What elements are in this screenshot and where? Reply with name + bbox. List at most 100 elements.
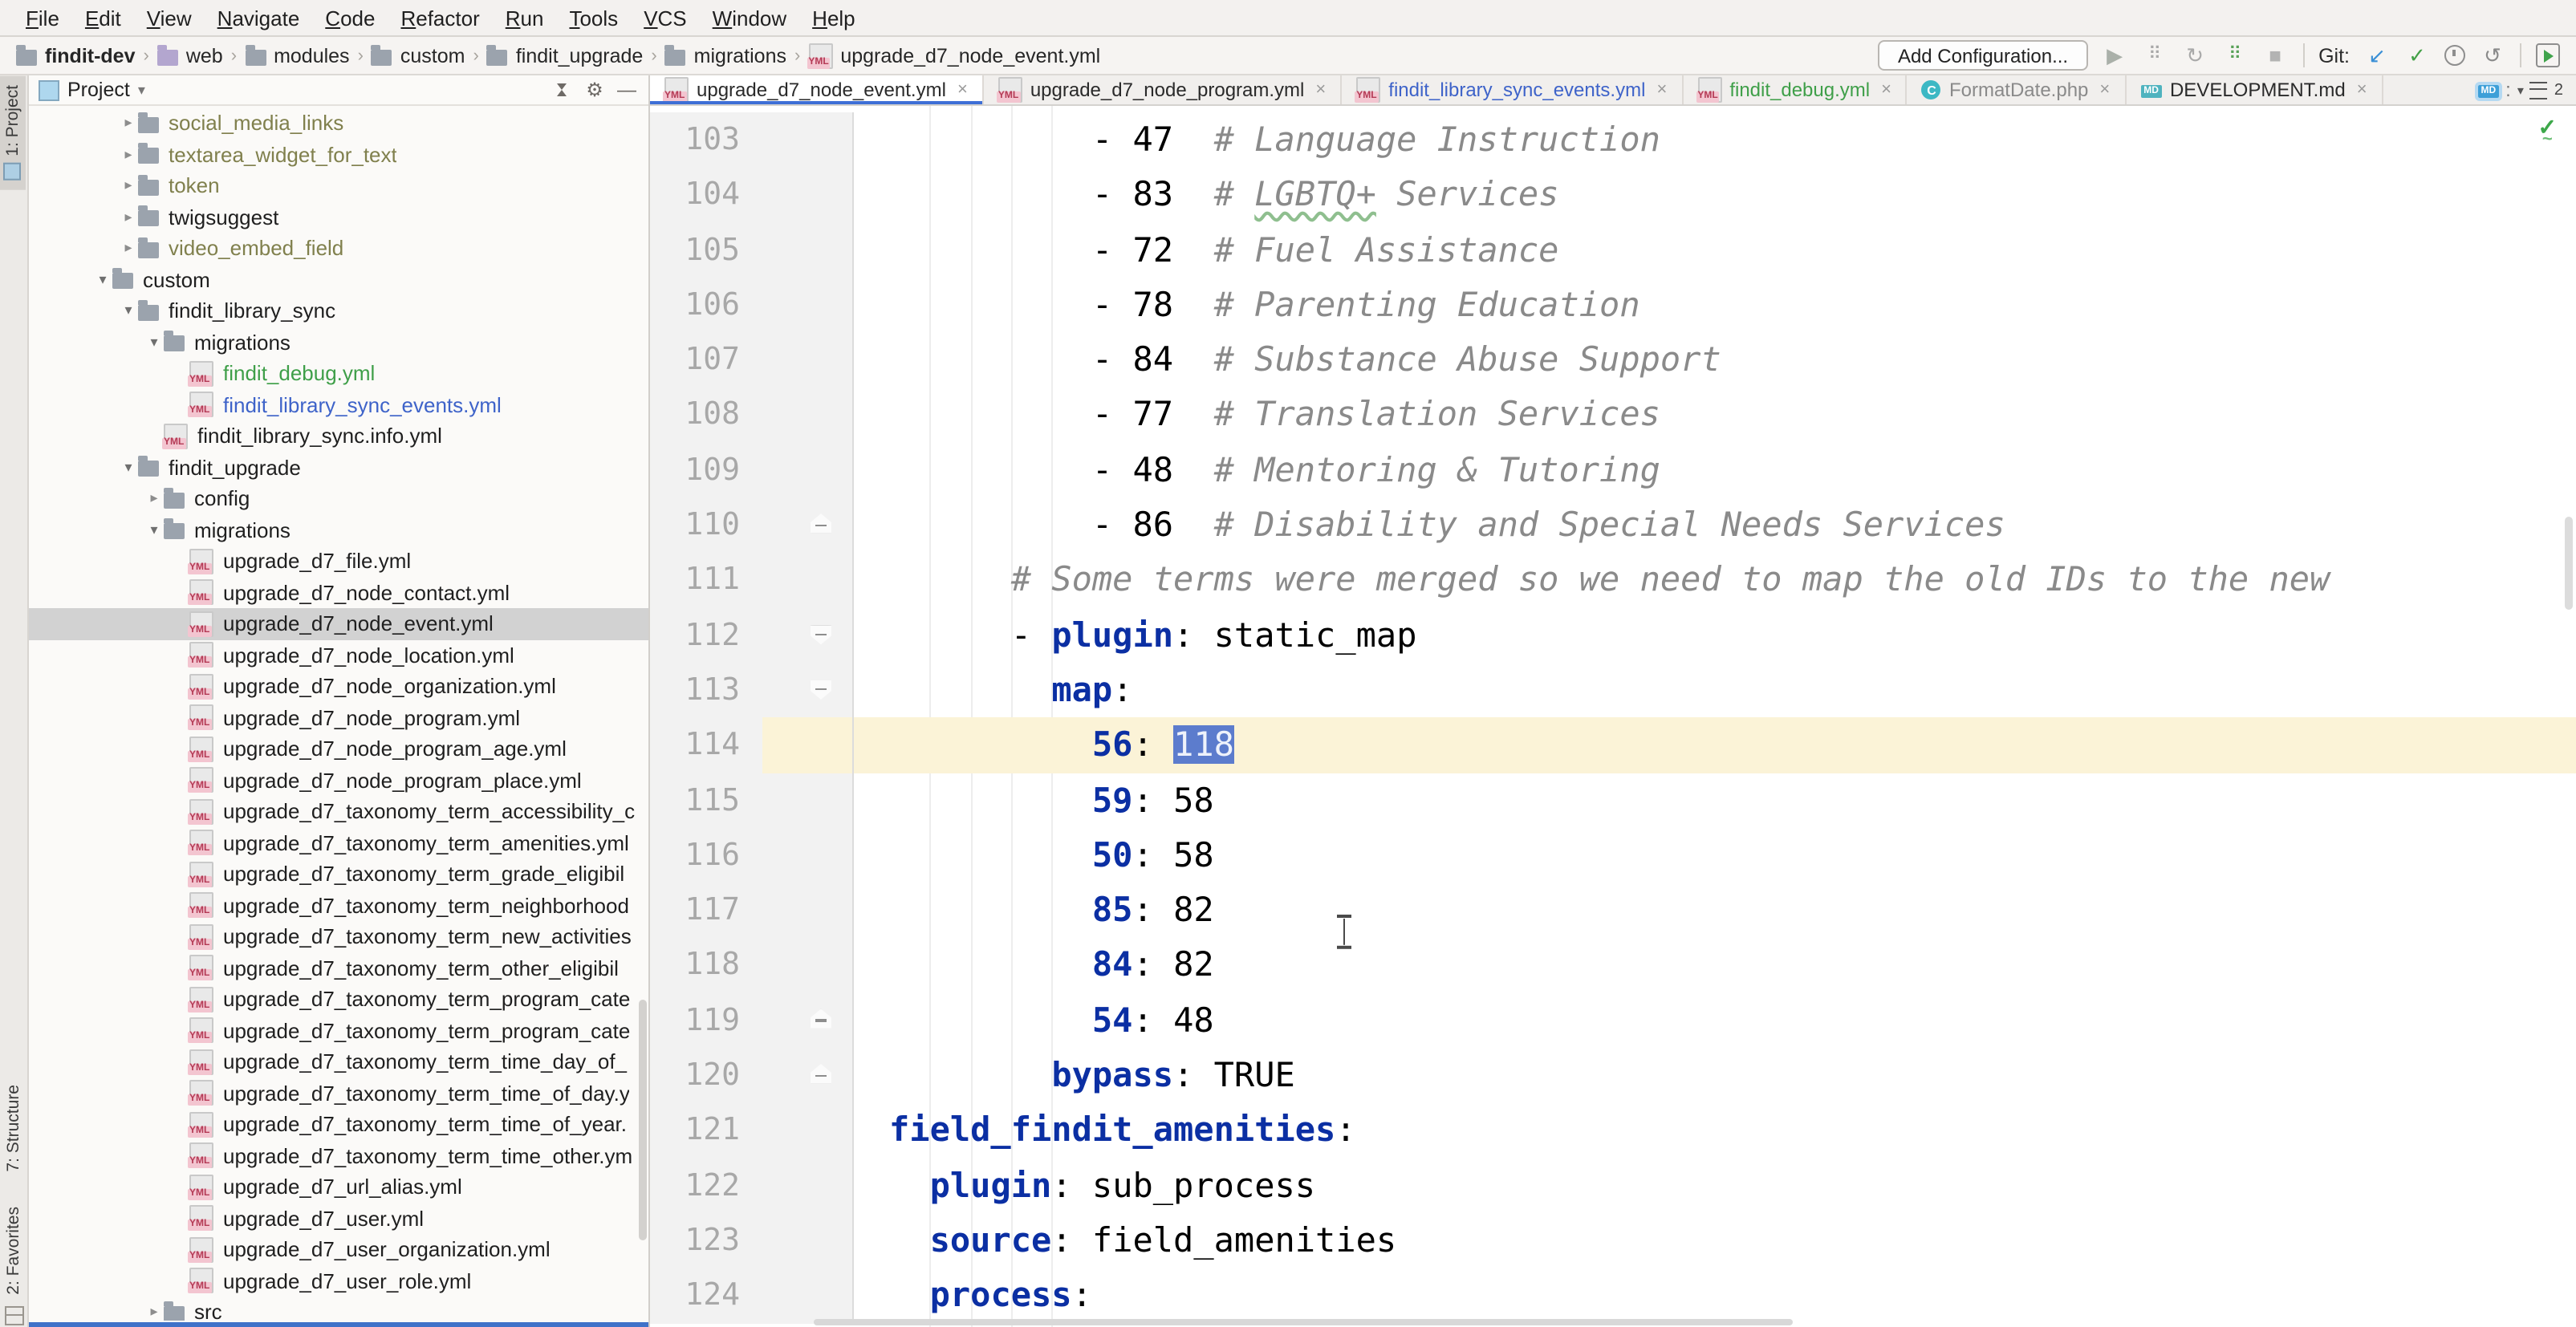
editor-horizontal-scrollbar[interactable] [814, 1319, 1793, 1325]
settings-gear-icon[interactable]: ⚙ [583, 78, 607, 102]
tree-item-upgrade_d7_taxonomy_term_accessibility_c[interactable]: upgrade_d7_taxonomy_term_accessibility_c [29, 796, 648, 827]
tree-item-video_embed_field[interactable]: ▸video_embed_field [29, 233, 648, 264]
line-number[interactable]: 103 [650, 112, 762, 168]
breadcrumb-item[interactable]: findit_upgrade [487, 44, 643, 67]
code-line-121[interactable]: 121field_findit_amenities: [650, 1103, 2576, 1159]
code-line-109[interactable]: 109 - 48 # Mentoring & Tutoring [650, 443, 2576, 498]
line-number[interactable]: 114 [650, 718, 762, 773]
breadcrumb-item[interactable]: web [157, 44, 223, 67]
hide-panel-icon[interactable]: — [615, 78, 639, 102]
tree-item-twigsuggest[interactable]: ▸twigsuggest [29, 201, 648, 233]
line-number[interactable]: 113 [650, 663, 762, 718]
code-line-120[interactable]: 120 bypass: TRUE [650, 1048, 2576, 1103]
menu-item-edit[interactable]: Edit [72, 6, 134, 30]
code-line-118[interactable]: 118 84: 82 [650, 938, 2576, 993]
tree-item-upgrade_d7_taxonomy_term_time_of_year.[interactable]: upgrade_d7_taxonomy_term_time_of_year. [29, 1109, 648, 1140]
chevron-down-icon[interactable]: ▾ [138, 81, 145, 99]
breadcrumb-item[interactable]: migrations [665, 44, 786, 67]
tree-item-migrations[interactable]: ▾migrations [29, 327, 648, 358]
line-number[interactable]: 110 [650, 497, 762, 553]
close-icon[interactable]: × [2357, 80, 2367, 99]
tree-item-upgrade_d7_file.yml[interactable]: upgrade_d7_file.yml [29, 546, 648, 577]
close-icon[interactable]: × [1881, 80, 1891, 99]
tab-upgrade_d7_node_event.yml[interactable]: upgrade_d7_node_event.yml× [650, 75, 984, 104]
menu-item-navigate[interactable]: Navigate [205, 6, 313, 30]
tool-window-favorites[interactable]: 2: Favorites [0, 1197, 27, 1305]
debug-icon[interactable]: ⠿ [2142, 43, 2168, 68]
project-panel-title[interactable]: Project [67, 79, 130, 101]
tool-window-project[interactable]: 1: Project [0, 75, 26, 190]
line-number[interactable]: 118 [650, 938, 762, 993]
tree-item-social_media_links[interactable]: ▸social_media_links [29, 108, 648, 139]
editor-body[interactable]: 103 - 47 # Language Instruction104 - 83 … [650, 106, 2576, 1327]
line-number[interactable]: 115 [650, 773, 762, 828]
chevron-collapsed-icon[interactable]: ▸ [119, 115, 138, 132]
code-line-117[interactable]: 117 85: 82 [650, 883, 2576, 938]
git-rollback-icon[interactable]: ↺ [2480, 43, 2505, 68]
code-line-119[interactable]: 119 54: 48 [650, 993, 2576, 1049]
code-line-112[interactable]: 112 - plugin: static_map [650, 607, 2576, 663]
add-configuration-button[interactable]: Add Configuration... [1879, 40, 2087, 71]
hidden-tabs-indicator[interactable]: MD : ▾ 2 [2464, 75, 2576, 104]
tree-item-upgrade_d7_taxonomy_term_grade_eligibil[interactable]: upgrade_d7_taxonomy_term_grade_eligibil [29, 858, 648, 890]
menu-item-tools[interactable]: Tools [556, 6, 631, 30]
tree-item-findit_library_sync[interactable]: ▾findit_library_sync [29, 295, 648, 327]
menu-item-run[interactable]: Run [493, 6, 557, 30]
code-line-105[interactable]: 105 - 72 # Fuel Assistance [650, 222, 2576, 278]
tree-item-upgrade_d7_node_program_age.yml[interactable]: upgrade_d7_node_program_age.yml [29, 733, 648, 765]
breadcrumb-item[interactable]: custom [372, 44, 465, 67]
chevron-expanded-icon[interactable]: ▾ [119, 302, 138, 320]
line-number[interactable]: 107 [650, 332, 762, 388]
collapse-all-icon[interactable] [551, 78, 575, 102]
tree-item-upgrade_d7_node_organization.yml[interactable]: upgrade_d7_node_organization.yml [29, 671, 648, 702]
chevron-collapsed-icon[interactable]: ▸ [119, 209, 138, 226]
line-number[interactable]: 108 [650, 388, 762, 443]
menu-item-code[interactable]: Code [312, 6, 388, 30]
tree-item-upgrade_d7_taxonomy_term_time_other.ym[interactable]: upgrade_d7_taxonomy_term_time_other.ym [29, 1140, 648, 1171]
tree-scrollbar[interactable] [639, 1000, 647, 1240]
tree-item-migrations[interactable]: ▾migrations [29, 514, 648, 546]
stop-icon[interactable]: ■ [2262, 43, 2288, 68]
tree-item-src[interactable]: ▸src [29, 1297, 648, 1321]
code-line-108[interactable]: 108 - 77 # Translation Services [650, 388, 2576, 443]
tree-item-findit_library_sync_events.yml[interactable]: findit_library_sync_events.yml [29, 389, 648, 420]
run-with-coverage-icon[interactable]: ↻ [2182, 43, 2208, 68]
chevron-expanded-icon[interactable]: ▾ [144, 334, 164, 351]
breadcrumb-item[interactable]: findit-dev [16, 44, 136, 67]
tree-item-textarea_widget_for_text[interactable]: ▸textarea_widget_for_text [29, 139, 648, 170]
chevron-collapsed-icon[interactable]: ▸ [144, 490, 164, 508]
line-number[interactable]: 109 [650, 443, 762, 498]
tree-item-upgrade_d7_node_contact.yml[interactable]: upgrade_d7_node_contact.yml [29, 577, 648, 608]
git-commit-icon[interactable]: ✓ [2404, 43, 2430, 68]
close-icon[interactable]: × [2099, 80, 2110, 99]
line-number[interactable]: 116 [650, 828, 762, 883]
git-update-icon[interactable]: ↙ [2364, 43, 2390, 68]
tree-item-token[interactable]: ▸token [29, 170, 648, 201]
tab-upgrade_d7_node_program.yml[interactable]: upgrade_d7_node_program.yml× [984, 75, 1342, 104]
tab-FormatDate.php[interactable]: CFormatDate.php× [1908, 75, 2126, 104]
code-line-115[interactable]: 115 59: 58 [650, 773, 2576, 828]
tree-item-config[interactable]: ▸config [29, 483, 648, 514]
tree-item-upgrade_d7_node_location.yml[interactable]: upgrade_d7_node_location.yml [29, 639, 648, 671]
code-line-110[interactable]: 110 - 86 # Disability and Special Needs … [650, 497, 2576, 553]
line-number[interactable]: 111 [650, 553, 762, 608]
line-number[interactable]: 104 [650, 168, 762, 223]
code-line-114[interactable]: 114 56: 118 [650, 718, 2576, 773]
fold-start-icon[interactable] [811, 680, 831, 700]
line-number[interactable]: 105 [650, 222, 762, 278]
menu-item-vcs[interactable]: VCS [631, 6, 699, 30]
tree-item-upgrade_d7_taxonomy_term_amenities.yml[interactable]: upgrade_d7_taxonomy_term_amenities.yml [29, 827, 648, 858]
code-line-116[interactable]: 116 50: 58 [650, 828, 2576, 883]
chevron-collapsed-icon[interactable]: ▸ [119, 177, 138, 195]
tree-item-findit_library_sync.info.yml[interactable]: findit_library_sync.info.yml [29, 420, 648, 452]
chevron-collapsed-icon[interactable]: ▸ [144, 1304, 164, 1321]
close-icon[interactable]: × [957, 80, 968, 99]
tree-item-upgrade_d7_taxonomy_term_program_cate[interactable]: upgrade_d7_taxonomy_term_program_cate [29, 984, 648, 1015]
tree-item-upgrade_d7_user.yml[interactable]: upgrade_d7_user.yml [29, 1203, 648, 1234]
chevron-expanded-icon[interactable]: ▾ [144, 521, 164, 539]
menu-item-help[interactable]: Help [799, 6, 868, 30]
menu-item-view[interactable]: View [134, 6, 205, 30]
breadcrumb-item[interactable]: modules [245, 44, 350, 67]
code-line-104[interactable]: 104 - 83 # LGBTQ+ Services [650, 168, 2576, 223]
tree-item-upgrade_d7_taxonomy_term_new_activities[interactable]: upgrade_d7_taxonomy_term_new_activities [29, 921, 648, 952]
